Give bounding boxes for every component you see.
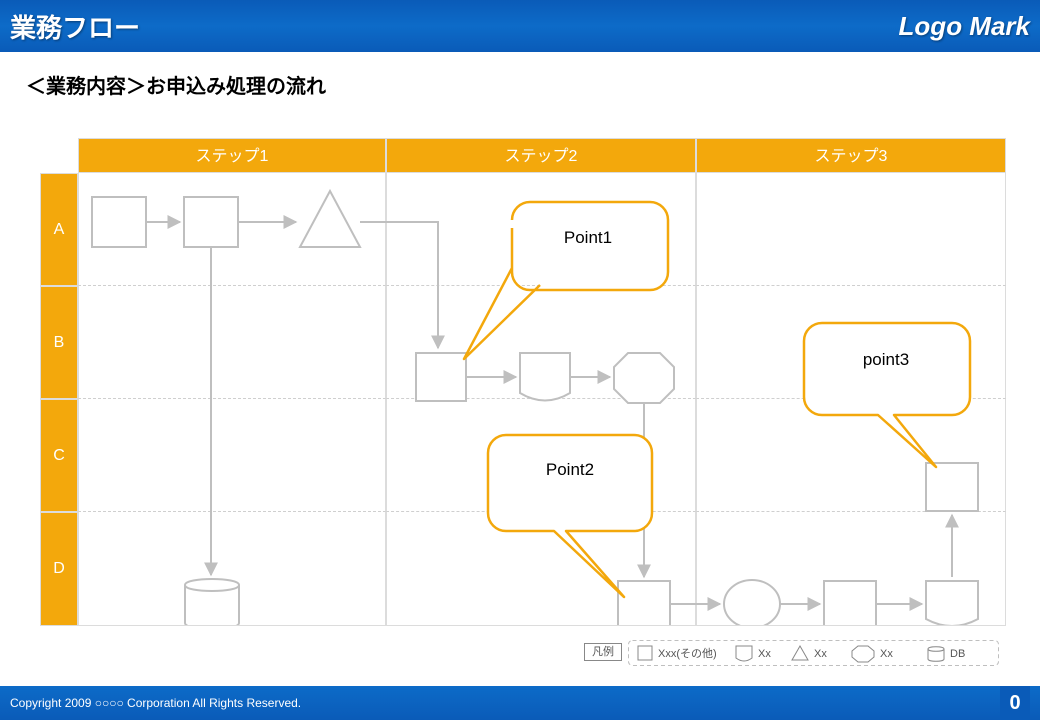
- flow-grid: ステップ1 ステップ2 ステップ3 A B C D: [40, 138, 1006, 626]
- cell-a2: [386, 173, 696, 286]
- legend-item-2: Xx: [814, 648, 827, 660]
- cell-d1: [78, 512, 386, 626]
- copyright: Copyright 2009 ○○○○ Corporation All Righ…: [10, 696, 301, 710]
- row-c: C: [40, 399, 78, 512]
- cell-b1: [78, 286, 386, 399]
- cell-c2: [386, 399, 696, 512]
- legend-item-1: Xx: [758, 648, 771, 660]
- legend: 凡例 Xxx(その他) Xx Xx Xx DB: [584, 640, 1000, 666]
- page-number: 0: [1000, 686, 1030, 720]
- row-d: D: [40, 512, 78, 626]
- col-step2: ステップ2: [386, 138, 696, 173]
- header: 業務フロー Logo Mark: [0, 0, 1040, 52]
- row-b: B: [40, 286, 78, 399]
- page-title: 業務フロー: [10, 8, 140, 45]
- cell-b3: [696, 286, 1006, 399]
- row-a: A: [40, 173, 78, 286]
- cell-d3: [696, 512, 1006, 626]
- col-step1: ステップ1: [78, 138, 386, 173]
- cell-b2: [386, 286, 696, 399]
- cell-a1: [78, 173, 386, 286]
- legend-label: 凡例: [584, 643, 622, 661]
- subtitle: ＜業務内容＞お申込み処理の流れ: [0, 52, 1040, 109]
- legend-item-3: Xx: [880, 648, 893, 660]
- cell-d2: [386, 512, 696, 626]
- col-step3: ステップ3: [696, 138, 1006, 173]
- footer: Copyright 2009 ○○○○ Corporation All Righ…: [0, 686, 1040, 720]
- logo-mark: Logo Mark: [899, 11, 1030, 42]
- legend-item-0: Xxx(その他): [658, 647, 717, 660]
- legend-item-4: DB: [950, 648, 965, 660]
- cell-a3: [696, 173, 1006, 286]
- cell-c1: [78, 399, 386, 512]
- cell-c3: [696, 399, 1006, 512]
